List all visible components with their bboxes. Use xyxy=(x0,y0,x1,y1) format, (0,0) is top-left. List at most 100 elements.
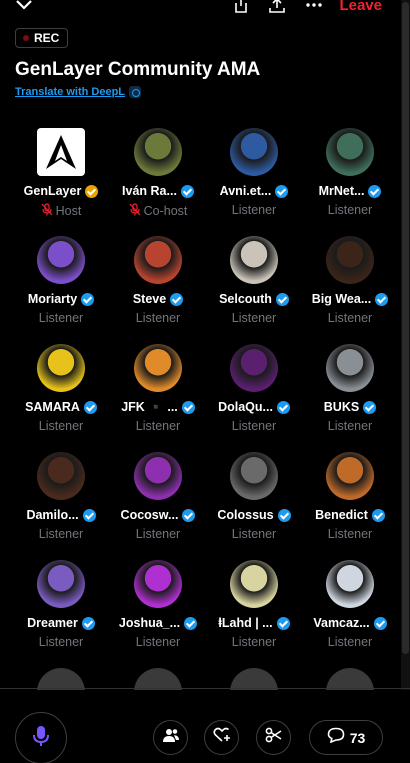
role-row: Listener xyxy=(302,419,398,433)
verified-badge-icon xyxy=(181,400,195,414)
name-row: Selcouth xyxy=(206,291,302,307)
avatar[interactable] xyxy=(230,560,278,608)
role-row: Listener xyxy=(302,311,398,325)
name-row: Damilo... xyxy=(13,507,109,523)
avatar[interactable] xyxy=(37,560,85,608)
participant-role: Listener xyxy=(135,419,181,433)
participant-card[interactable]: Selcouth Listener xyxy=(206,236,302,325)
avatar[interactable] xyxy=(134,128,182,176)
avatar[interactable] xyxy=(37,236,85,284)
avatar[interactable] xyxy=(37,344,85,392)
role-row: Co-host xyxy=(110,203,206,219)
avatar[interactable] xyxy=(37,452,85,500)
participant-card[interactable]: MrNet... Listener xyxy=(302,128,398,217)
verified-badge-icon xyxy=(83,400,97,414)
participant-name: Benedict xyxy=(315,508,368,522)
participant-role: Listener xyxy=(327,203,373,217)
role-row: Listener xyxy=(110,311,206,325)
share-icon[interactable] xyxy=(268,0,286,19)
participant-name: Big Wea... xyxy=(311,292,372,306)
avatar[interactable] xyxy=(134,452,182,500)
role-row: Listener xyxy=(302,527,398,541)
participant-card[interactable]: Iván Ra... Co-host xyxy=(110,128,206,219)
participant-name: MrNet... xyxy=(318,184,365,198)
participant-card[interactable]: Damilo... Listener xyxy=(13,452,109,541)
participant-name: JFK ▪️ ... xyxy=(121,399,178,414)
participant-card[interactable]: Vamcaz... Listener xyxy=(302,560,398,649)
participant-card[interactable]: BUKS Listener xyxy=(302,344,398,433)
more-icon[interactable] xyxy=(305,0,323,19)
participant-card[interactable]: Dreamer Listener xyxy=(13,560,109,649)
participant-card[interactable]: Moriarty Listener xyxy=(13,236,109,325)
top-bar: Leave xyxy=(0,0,410,22)
people-button[interactable] xyxy=(153,720,188,755)
avatar[interactable] xyxy=(326,452,374,500)
participant-card[interactable]: Avni.et... Listener xyxy=(206,128,302,217)
name-row: Moriarty xyxy=(13,291,109,307)
participant-name: BUKS xyxy=(323,400,360,414)
avatar[interactable] xyxy=(326,128,374,176)
participant-card[interactable]: Colossus Listener xyxy=(206,452,302,541)
participant-card[interactable]: GenLayer Host xyxy=(13,128,109,219)
reactions-count: 73 xyxy=(349,729,366,746)
name-row: DolaQu... xyxy=(206,399,302,415)
participant-card[interactable]: SAMARA Listener xyxy=(13,344,109,433)
chevron-down-icon[interactable] xyxy=(14,0,34,17)
participant-card[interactable]: Joshua_... Listener xyxy=(110,560,206,649)
participant-role: Listener xyxy=(231,311,277,325)
microphone-button[interactable] xyxy=(15,712,67,763)
name-row: Benedict xyxy=(302,507,398,523)
rec-badge: REC xyxy=(15,28,69,48)
participant-card[interactable]: JFK ▪️ ... Listener xyxy=(110,344,206,433)
role-row: Host xyxy=(13,203,109,219)
verified-badge-icon xyxy=(375,292,389,306)
participant-role: Listener xyxy=(327,419,373,433)
scrollbar[interactable] xyxy=(401,0,410,690)
verified-badge-icon xyxy=(276,400,290,414)
role-row: Listener xyxy=(13,311,109,325)
avatar[interactable] xyxy=(230,344,278,392)
role-row: Listener xyxy=(13,527,109,541)
avatar[interactable] xyxy=(134,344,182,392)
participant-card[interactable]: DolaQu... Listener xyxy=(206,344,302,433)
verified-badge-icon xyxy=(184,616,198,630)
participant-card[interactable]: Steve Listener xyxy=(110,236,206,325)
participant-role: Listener xyxy=(231,635,277,649)
participant-role: Listener xyxy=(231,527,277,541)
scrollbar-thumb[interactable] xyxy=(402,2,409,654)
role-row: Listener xyxy=(110,635,206,649)
name-row: Colossus xyxy=(206,507,302,523)
add-reaction-button[interactable] xyxy=(204,720,239,755)
minimize-icon[interactable] xyxy=(232,0,250,19)
participant-name: Vamcaz... xyxy=(313,616,370,630)
avatar[interactable] xyxy=(230,452,278,500)
avatar[interactable] xyxy=(230,128,278,176)
name-row: Cocosw... xyxy=(110,507,206,523)
bottom-controls: 73 xyxy=(0,690,410,763)
participant-card[interactable]: Cocosw... Listener xyxy=(110,452,206,541)
translate-link[interactable]: Translate with DeepL xyxy=(15,86,142,98)
role-row: Listener xyxy=(302,203,398,217)
avatar[interactable] xyxy=(230,236,278,284)
translate-label[interactable]: Translate with DeepL xyxy=(15,86,125,98)
avatar[interactable] xyxy=(37,128,85,176)
leave-button[interactable]: Leave xyxy=(339,0,382,14)
clip-button[interactable] xyxy=(256,720,291,755)
participant-card[interactable]: Benedict Listener xyxy=(302,452,398,541)
role-row: Listener xyxy=(13,635,109,649)
avatar[interactable] xyxy=(134,236,182,284)
avatar[interactable] xyxy=(134,560,182,608)
avatar[interactable] xyxy=(326,344,374,392)
participant-name: Selcouth xyxy=(219,292,272,306)
participant-role: Listener xyxy=(38,527,84,541)
participant-role: Listener xyxy=(38,635,84,649)
avatar[interactable] xyxy=(326,236,374,284)
participant-card[interactable]: Big Wea... Listener xyxy=(302,236,398,325)
participant-card[interactable]: ⱡLahd | ... Listener xyxy=(206,560,302,649)
participant-name: Avni.et... xyxy=(219,184,272,198)
comments-button[interactable]: 73 xyxy=(309,720,383,755)
avatar[interactable] xyxy=(326,560,374,608)
name-row: MrNet... xyxy=(302,183,398,199)
role-row: Listener xyxy=(302,635,398,649)
record-dot-icon xyxy=(23,35,29,41)
